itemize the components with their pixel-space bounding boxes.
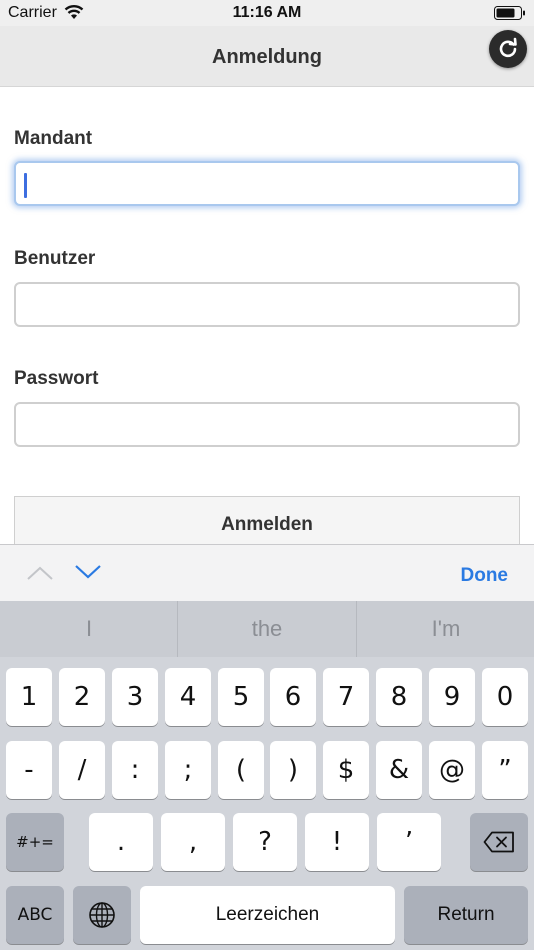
- key-hyphen[interactable]: -: [6, 741, 52, 799]
- benutzer-label: Benutzer: [14, 248, 96, 269]
- key-slash[interactable]: /: [59, 741, 105, 799]
- key-6[interactable]: 6: [270, 668, 316, 726]
- key-0[interactable]: 0: [482, 668, 528, 726]
- key-semicolon[interactable]: ;: [165, 741, 211, 799]
- battery-icon: [494, 6, 525, 20]
- anmelden-button[interactable]: Anmelden: [14, 496, 520, 546]
- chevron-up-icon[interactable]: [26, 565, 54, 581]
- key-2[interactable]: 2: [59, 668, 105, 726]
- key-period[interactable]: .: [89, 813, 153, 871]
- key-close-paren[interactable]: ): [270, 741, 316, 799]
- backspace-icon: [483, 831, 514, 853]
- key-open-paren[interactable]: (: [218, 741, 264, 799]
- passwort-label: Passwort: [14, 368, 99, 389]
- mandant-input[interactable]: [14, 161, 520, 206]
- suggestion-item[interactable]: I'm: [357, 601, 534, 657]
- key-1[interactable]: 1: [6, 668, 52, 726]
- backspace-key[interactable]: [470, 813, 528, 871]
- symbols-shift-key[interactable]: #+=: [6, 813, 64, 871]
- keyboard-accessory-bar: Done: [0, 544, 534, 602]
- navigation-bar: Anmeldung: [0, 26, 534, 87]
- key-9[interactable]: 9: [429, 668, 475, 726]
- abc-key[interactable]: ABC: [6, 886, 64, 944]
- suggestion-item[interactable]: I: [0, 601, 178, 657]
- key-ampersand[interactable]: &: [376, 741, 422, 799]
- key-7[interactable]: 7: [323, 668, 369, 726]
- key-8[interactable]: 8: [376, 668, 422, 726]
- key-dollar[interactable]: $: [323, 741, 369, 799]
- benutzer-input[interactable]: [14, 282, 520, 327]
- status-time: 11:16 AM: [232, 4, 302, 21]
- refresh-button[interactable]: [489, 30, 527, 68]
- key-apostrophe[interactable]: ’: [377, 813, 441, 871]
- space-key[interactable]: Leerzeichen: [140, 886, 395, 944]
- done-button[interactable]: Done: [461, 565, 509, 587]
- suggestion-item[interactable]: the: [178, 601, 356, 657]
- keyboard: I the I'm 1 2 3 4 5 6 7 8 9 0 - / : ; ( …: [0, 601, 534, 950]
- refresh-icon: [499, 37, 517, 58]
- text-cursor: [24, 173, 27, 198]
- passwort-input[interactable]: [14, 402, 520, 447]
- key-at[interactable]: @: [429, 741, 475, 799]
- key-colon[interactable]: :: [112, 741, 158, 799]
- mandant-label: Mandant: [14, 128, 93, 149]
- key-3[interactable]: 3: [112, 668, 158, 726]
- status-bar: Carrier 11:16 AM: [0, 0, 534, 26]
- key-5[interactable]: 5: [218, 668, 264, 726]
- chevron-down-icon[interactable]: [74, 563, 102, 579]
- suggestion-bar: I the I'm: [0, 601, 534, 657]
- return-key[interactable]: Return: [404, 886, 528, 944]
- key-question[interactable]: ?: [233, 813, 297, 871]
- key-exclamation[interactable]: !: [305, 813, 369, 871]
- key-quote[interactable]: ”: [482, 741, 528, 799]
- page-title: Anmeldung: [212, 46, 322, 68]
- globe-icon: [89, 902, 115, 928]
- key-4[interactable]: 4: [165, 668, 211, 726]
- key-comma[interactable]: ,: [161, 813, 225, 871]
- globe-key[interactable]: [73, 886, 131, 944]
